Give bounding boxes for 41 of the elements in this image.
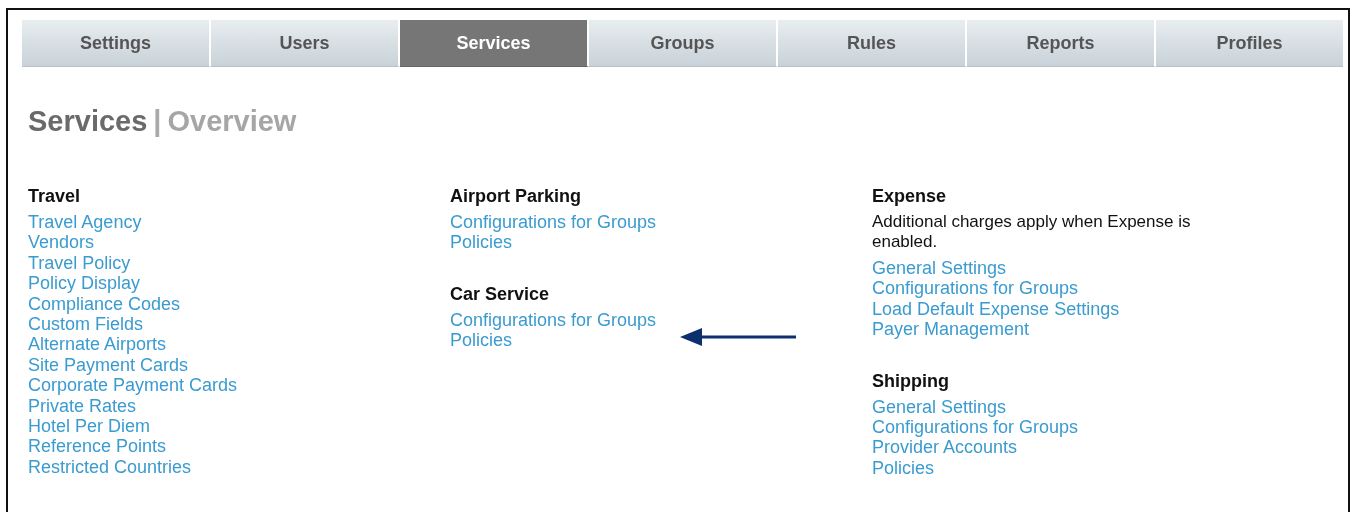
section-heading: Shipping: [872, 369, 949, 392]
service-link[interactable]: General Settings: [872, 258, 1007, 279]
section-heading: Expense: [872, 185, 947, 207]
service-link[interactable]: Travel Agency: [28, 212, 142, 233]
service-link[interactable]: Restricted Countries: [28, 456, 192, 478]
service-link[interactable]: Vendors: [28, 232, 95, 253]
service-link[interactable]: Hotel Per Diem: [28, 416, 151, 437]
service-link[interactable]: Site Payment Cards: [28, 354, 189, 376]
page-title: Services: [28, 105, 148, 138]
section-heading: Travel: [28, 185, 81, 207]
service-link[interactable]: General Settings: [872, 396, 1007, 418]
title-separator: |: [153, 105, 162, 138]
nav-tab[interactable]: Rules: [778, 20, 967, 67]
service-link[interactable]: Custom Fields: [28, 314, 144, 335]
nav-tab[interactable]: Services: [400, 20, 589, 67]
section-heading: Car Service: [450, 282, 550, 305]
service-link[interactable]: Private Rates: [28, 395, 137, 417]
nav-tab[interactable]: Reports: [967, 20, 1156, 67]
service-link[interactable]: Policies: [450, 330, 513, 351]
service-link[interactable]: Alternate Airports: [28, 334, 167, 355]
nav-tab[interactable]: Settings: [22, 20, 211, 67]
section-heading: Airport Parking: [450, 185, 582, 207]
page-subtitle: Overview: [167, 105, 297, 138]
service-link[interactable]: Configurations for Groups: [872, 278, 1079, 299]
nav-tab[interactable]: Users: [211, 20, 400, 67]
service-link[interactable]: Travel Policy: [28, 252, 131, 274]
service-link[interactable]: Payer Management: [872, 319, 1030, 340]
service-link[interactable]: Provider Accounts: [872, 437, 1018, 458]
service-link[interactable]: Policies: [872, 457, 935, 479]
service-link[interactable]: Load Default Expense Settings: [872, 298, 1120, 320]
service-link[interactable]: Compliance Codes: [28, 293, 181, 315]
service-link[interactable]: Configurations for Groups: [450, 309, 657, 331]
service-link[interactable]: Configurations for Groups: [450, 212, 657, 233]
nav-tab[interactable]: Groups: [589, 20, 778, 67]
service-link[interactable]: Configurations for Groups: [872, 417, 1079, 438]
nav-tab[interactable]: Profiles: [1156, 20, 1343, 67]
section-note: Additional charges apply when Expense is enabled.: [872, 212, 1192, 252]
service-link[interactable]: Corporate Payment Cards: [28, 375, 238, 396]
service-link[interactable]: Reference Points: [28, 436, 167, 457]
service-link[interactable]: Policies: [450, 232, 513, 253]
service-link[interactable]: Policy Display: [28, 273, 141, 294]
